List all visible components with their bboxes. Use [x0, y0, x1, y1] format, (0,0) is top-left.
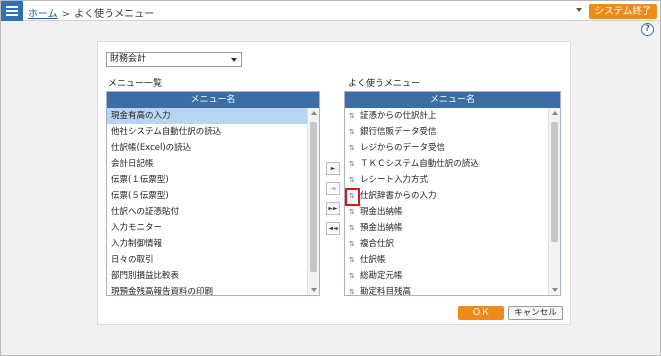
menu-list-scrollbar[interactable] — [307, 108, 319, 295]
list-item[interactable]: ⇅ 預金出納帳 — [345, 220, 548, 236]
list-item[interactable]: ⇅ 仕訳帳 — [345, 252, 548, 268]
chevron-down-icon — [231, 58, 237, 62]
remove-all-button[interactable]: ◄◄ — [326, 222, 340, 235]
list-item-label: 銀行信販データ受信 — [360, 127, 437, 137]
list-item-label: レシート入力方式 — [360, 175, 429, 185]
drag-handle-icon[interactable]: ⇅ — [349, 140, 358, 156]
drag-handle-icon[interactable]: ⇅ — [349, 284, 358, 295]
system-exit-button[interactable]: システム終了 — [589, 4, 657, 19]
list-item-label: 預金出納帳 — [360, 223, 403, 233]
list-item[interactable]: ⇅ 複合仕訳 — [345, 236, 548, 252]
list-item[interactable]: 伝票(５伝票型) — [107, 188, 307, 204]
list-item[interactable]: ⇅ レジからのデータ受信 — [345, 140, 548, 156]
drag-handle-icon[interactable]: ⇅ — [349, 156, 358, 172]
hamburger-menu-icon[interactable] — [1, 1, 23, 21]
list-item[interactable]: 仕訳への証憑貼付 — [107, 204, 307, 220]
favorite-list-rows: ⇅ 証憑からの仕訳計上 ⇅ 銀行信販データ受信 ⇅ レジからのデータ受信 ⇅ ＴＫＣシス… — [345, 108, 548, 295]
list-item-label: 仕訳辞書からの入力 — [360, 191, 437, 201]
ok-button[interactable]: ＯＫ — [458, 306, 504, 320]
list-item[interactable]: ⇅ 証憑からの仕訳計上 — [345, 108, 548, 124]
help-icon[interactable]: ? — [641, 23, 654, 36]
favorite-list-scrollbar[interactable] — [548, 108, 560, 295]
add-all-button[interactable]: ►► — [326, 202, 340, 215]
list-item[interactable]: 伝票(１伝票型) — [107, 172, 307, 188]
drag-handle-icon[interactable]: ⇅ — [349, 204, 358, 220]
drag-handle-highlight — [345, 188, 360, 206]
menu-edit-panel: 財務会計 メニュー一覧 よく使うメニュー メニュー名 現金有高の入力 他社システ… — [97, 41, 571, 325]
drag-handle-icon[interactable]: ⇅ — [349, 220, 358, 236]
scroll-up-icon[interactable] — [552, 111, 558, 115]
list-item-label: 現金出納帳 — [360, 207, 403, 217]
list-item[interactable]: ⇅ 勘定科目残高 — [345, 284, 548, 295]
list-item[interactable]: ⇅ ＴＫＣシステム自動仕訳の読込 — [345, 156, 548, 172]
chevron-down-icon[interactable] — [576, 8, 582, 12]
breadcrumb-separator: > — [61, 9, 71, 20]
list-item[interactable]: 入力制御情報 — [107, 236, 307, 252]
list-item[interactable]: ⇅ 総勘定元帳 — [345, 268, 548, 284]
list-item[interactable]: ⇅ 仕訳辞書からの入力 — [345, 188, 548, 204]
category-select[interactable]: 財務会計 — [106, 52, 242, 67]
top-bar: ホーム > よく使うメニュー システム終了 — [1, 1, 660, 21]
list-item-label: 勘定科目残高 — [360, 287, 412, 295]
list-item-label: レジからのデータ受信 — [360, 143, 446, 153]
list-item-label: 総勘定元帳 — [360, 271, 403, 281]
app-window: ホーム > よく使うメニュー システム終了 ? 財務会計 メニュー一覧 よく使うメニ… — [0, 0, 661, 356]
list-item[interactable]: 日々の取引 — [107, 252, 307, 268]
list-item[interactable]: ⇅ 銀行信販データ受信 — [345, 124, 548, 140]
category-select-value: 財務会計 — [110, 54, 147, 64]
scroll-down-icon[interactable] — [552, 288, 558, 292]
menu-list-header: メニュー名 — [107, 92, 319, 108]
list-item[interactable]: ⇅ 現金出納帳 — [345, 204, 548, 220]
scroll-thumb[interactable] — [310, 122, 317, 272]
drag-handle-icon[interactable]: ⇅ — [349, 268, 358, 284]
list-item-label: 複合仕訳 — [360, 239, 395, 249]
list-item-label: 仕訳帳 — [360, 255, 386, 265]
favorite-list-header: メニュー名 — [345, 92, 560, 108]
scroll-down-icon[interactable] — [311, 288, 317, 292]
list-item-label: ＴＫＣシステム自動仕訳の読込 — [360, 159, 479, 169]
breadcrumb: ホーム > よく使うメニュー — [28, 5, 154, 20]
list-item[interactable]: 部門別損益比較表 — [107, 268, 307, 284]
drag-handle-icon[interactable]: ⇅ — [349, 172, 358, 188]
menu-list: メニュー名 現金有高の入力 他社システム自動仕訳の読込 仕訳帳(Excel)の読… — [106, 91, 320, 296]
scroll-up-icon[interactable] — [311, 111, 317, 115]
list-item[interactable]: 仕訳帳(Excel)の読込 — [107, 140, 307, 156]
favorite-list-title: よく使うメニュー — [348, 79, 421, 89]
list-item-label: 証憑からの仕訳計上 — [360, 111, 437, 121]
breadcrumb-home-link[interactable]: ホーム — [28, 9, 58, 20]
menu-list-rows: 現金有高の入力 他社システム自動仕訳の読込 仕訳帳(Excel)の読込 会計日記… — [107, 108, 307, 295]
drag-handle-icon[interactable]: ⇅ — [349, 124, 358, 140]
add-button[interactable]: ► — [326, 162, 340, 175]
scroll-thumb[interactable] — [551, 122, 558, 242]
list-item[interactable]: 現金有高の入力 — [107, 108, 307, 124]
favorite-list: メニュー名 ⇅ 証憑からの仕訳計上 ⇅ 銀行信販データ受信 ⇅ レジからのデータ受信 … — [344, 91, 561, 296]
menu-list-title: メニュー一覧 — [108, 79, 163, 89]
drag-handle-icon[interactable]: ⇅ — [349, 108, 358, 124]
cancel-button[interactable]: キャンセル — [508, 306, 563, 320]
list-item[interactable]: 他社システム自動仕訳の読込 — [107, 124, 307, 140]
list-item[interactable]: 現預金残高報告資料の印刷 — [107, 284, 307, 295]
drag-handle-icon[interactable]: ⇅ — [349, 252, 358, 268]
drag-handle-icon[interactable]: ⇅ — [349, 236, 358, 252]
remove-button[interactable]: ◄ — [326, 182, 340, 195]
breadcrumb-current: よく使うメニュー — [74, 9, 155, 20]
list-item[interactable]: 入力モニター — [107, 220, 307, 236]
list-item[interactable]: 会計日記帳 — [107, 156, 307, 172]
list-item[interactable]: ⇅ レシート入力方式 — [345, 172, 548, 188]
